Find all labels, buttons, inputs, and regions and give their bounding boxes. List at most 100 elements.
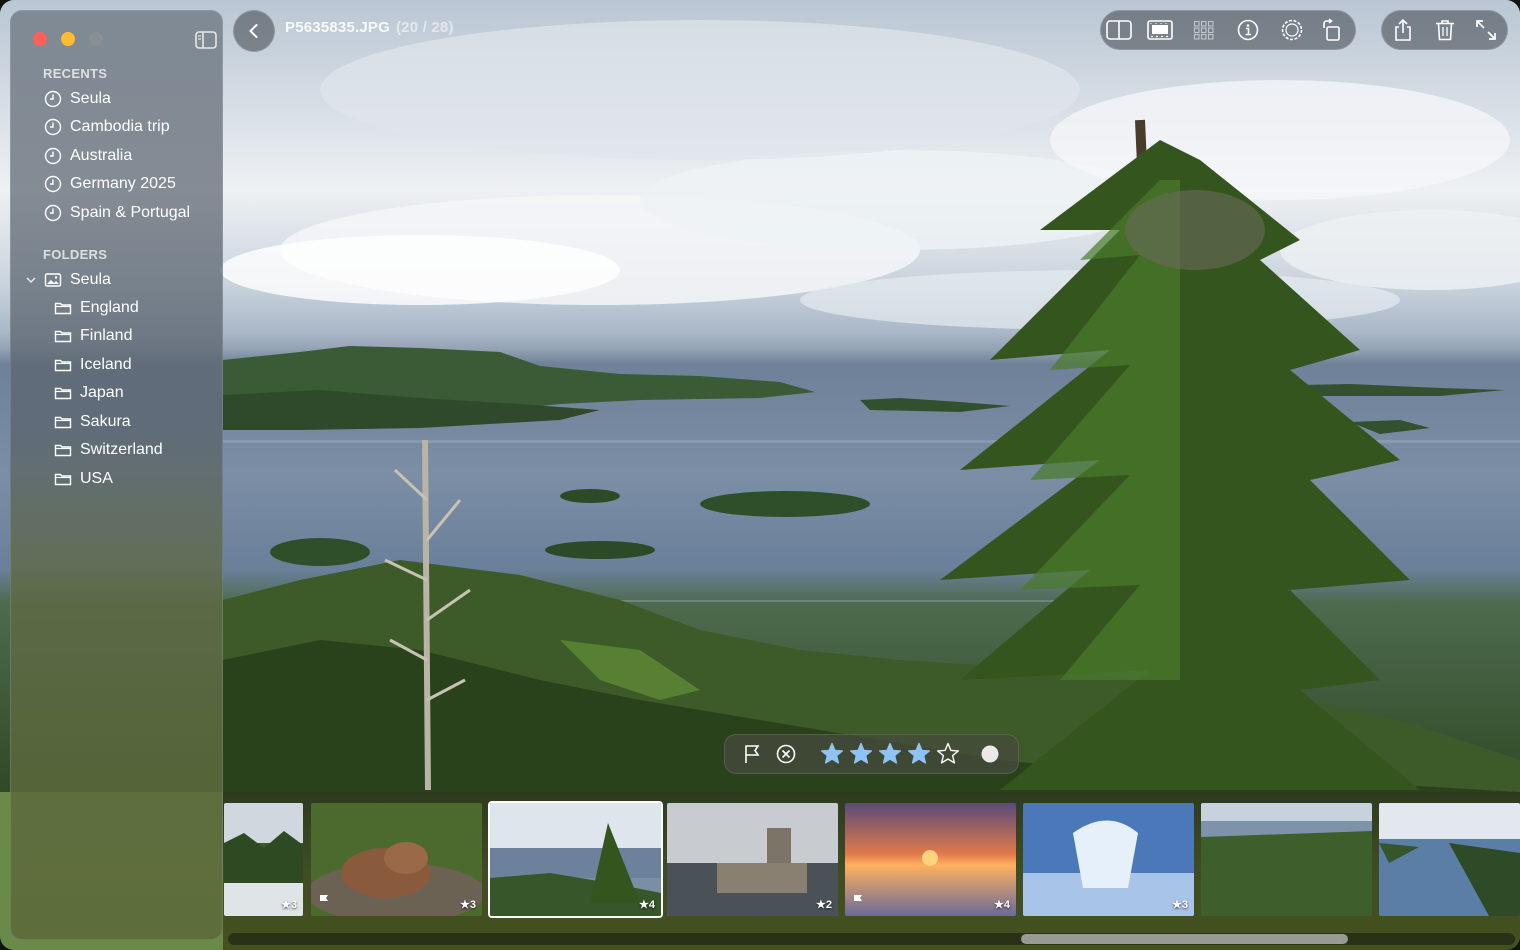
main-photo[interactable] <box>0 0 1520 792</box>
recent-item-cambodia-trip[interactable]: Cambodia trip <box>44 114 170 140</box>
delete-button[interactable] <box>1423 10 1467 50</box>
grid-view-icon <box>1193 20 1214 40</box>
sidebar: RECENTS Seula Cambodia trip Australia Ge… <box>10 10 223 940</box>
star-1-button[interactable] <box>820 734 844 774</box>
folder-item-sakura[interactable]: Sakura <box>54 409 131 435</box>
thumbnail-image <box>667 803 838 916</box>
info-icon <box>1237 19 1259 41</box>
folder-root-label: Seula <box>70 271 111 288</box>
recent-item-label: Australia <box>70 147 133 164</box>
filmstrip-view-button[interactable] <box>1138 10 1182 50</box>
flag-icon <box>320 895 328 906</box>
star-filled-icon <box>879 742 901 764</box>
folders-section-title: FOLDERS <box>43 247 108 262</box>
star-3-button[interactable] <box>878 734 902 774</box>
thumbnail-flag <box>853 893 863 911</box>
rating-bar <box>724 734 1019 774</box>
filmstrip: ★3 ★3 ★4 ★2 ★4 ★3 <box>223 792 1520 950</box>
folder-item-label: Finland <box>80 327 133 344</box>
chevron-down-icon[interactable] <box>24 273 38 287</box>
reject-button[interactable] <box>774 734 798 774</box>
folder-item-england[interactable]: England <box>54 295 139 321</box>
window-title: P5635835.JPG (20 / 28) <box>285 19 454 36</box>
share-icon <box>1395 18 1411 41</box>
folder-icon <box>54 359 72 372</box>
thumbnail-rating: ★3 <box>281 899 297 911</box>
rotate-icon <box>1323 18 1340 41</box>
thumbnail[interactable] <box>1379 803 1520 916</box>
folder-icon <box>54 473 72 486</box>
folder-item-usa[interactable]: USA <box>54 466 113 492</box>
folder-item-label: England <box>80 299 139 316</box>
folder-item-finland[interactable]: Finland <box>54 323 132 349</box>
rotate-button[interactable] <box>1310 10 1354 50</box>
star-2-button[interactable] <box>849 734 873 774</box>
folder-root-seula[interactable]: Seula <box>24 267 111 293</box>
folder-item-label: Switzerland <box>80 441 163 458</box>
folder-item-label: USA <box>80 470 113 487</box>
recent-item-australia[interactable]: Australia <box>44 143 132 169</box>
thumbnail[interactable] <box>1201 803 1372 916</box>
star-5-button[interactable] <box>936 734 960 774</box>
filmstrip-view-icon <box>1147 20 1173 40</box>
thumbnail-image <box>1023 803 1194 916</box>
thumbnail[interactable]: ★3 <box>224 803 303 916</box>
folder-icon <box>54 302 72 315</box>
folder-icon <box>54 330 72 343</box>
view-toolbar <box>1100 10 1356 50</box>
thumbnail[interactable]: ★3 <box>311 803 482 916</box>
recent-item-label: Spain & Portugal <box>70 204 191 221</box>
share-button[interactable] <box>1381 10 1425 50</box>
thumbnail-selected[interactable]: ★4 <box>490 803 661 916</box>
split-view-button[interactable] <box>1097 10 1141 50</box>
color-label-button[interactable] <box>980 734 1000 774</box>
recent-item-germany-2025[interactable]: Germany 2025 <box>44 171 176 197</box>
action-toolbar <box>1381 10 1508 50</box>
photo-viewer-window: RECENTS Seula Cambodia trip Australia Ge… <box>0 0 1520 950</box>
folder-item-iceland[interactable]: Iceland <box>54 352 132 378</box>
thumbnail-image <box>1379 803 1520 916</box>
zoom-window-button[interactable] <box>89 32 103 46</box>
star-4-button[interactable] <box>907 734 931 774</box>
thumbnail-rating: ★2 <box>816 899 832 911</box>
flag-icon <box>745 745 760 763</box>
sidebar-toggle-icon[interactable] <box>195 31 217 49</box>
grid-view-button[interactable] <box>1182 10 1226 50</box>
adjust-button[interactable] <box>1270 10 1314 50</box>
thumbnail[interactable]: ★4 <box>845 803 1016 916</box>
thumbnail-flag <box>319 893 329 911</box>
thumbnail-rating: ★3 <box>1172 899 1188 911</box>
photo-library-icon <box>44 273 62 287</box>
close-window-button[interactable] <box>33 32 47 46</box>
trash-icon <box>1435 20 1454 41</box>
star-filled-icon <box>908 742 930 764</box>
flag-button[interactable] <box>740 734 764 774</box>
back-button[interactable] <box>233 10 275 52</box>
thumbnail-image <box>1201 803 1372 916</box>
adjust-icon <box>1281 19 1303 41</box>
color-label-icon <box>981 745 999 763</box>
thumbnail[interactable]: ★2 <box>667 803 838 916</box>
recent-item-label: Seula <box>70 90 111 107</box>
folder-item-label: Sakura <box>80 413 131 430</box>
recent-item-label: Cambodia trip <box>70 118 170 135</box>
star-filled-icon <box>821 742 843 764</box>
thumbnail-image <box>311 803 482 916</box>
file-name: P5635835.JPG <box>285 19 390 36</box>
landscape-image <box>220 20 1520 792</box>
folder-item-japan[interactable]: Japan <box>54 380 124 406</box>
filmstrip-scrollbar-thumb[interactable] <box>1021 934 1348 944</box>
image-position: (20 / 28) <box>395 19 454 36</box>
recent-item-seula[interactable]: Seula <box>44 86 111 112</box>
recent-item-spain-portugal[interactable]: Spain & Portugal <box>44 200 190 226</box>
minimize-window-button[interactable] <box>61 32 75 46</box>
folder-item-switzerland[interactable]: Switzerland <box>54 437 163 463</box>
thumbnail-rating: ★4 <box>639 899 655 911</box>
star-outline-icon <box>937 742 959 764</box>
info-button[interactable] <box>1226 10 1270 50</box>
thumbnail[interactable]: ★3 <box>1023 803 1194 916</box>
reject-icon <box>776 744 796 764</box>
folder-item-label: Iceland <box>80 356 132 373</box>
fullscreen-button[interactable] <box>1464 10 1508 50</box>
clock-icon <box>44 147 62 165</box>
